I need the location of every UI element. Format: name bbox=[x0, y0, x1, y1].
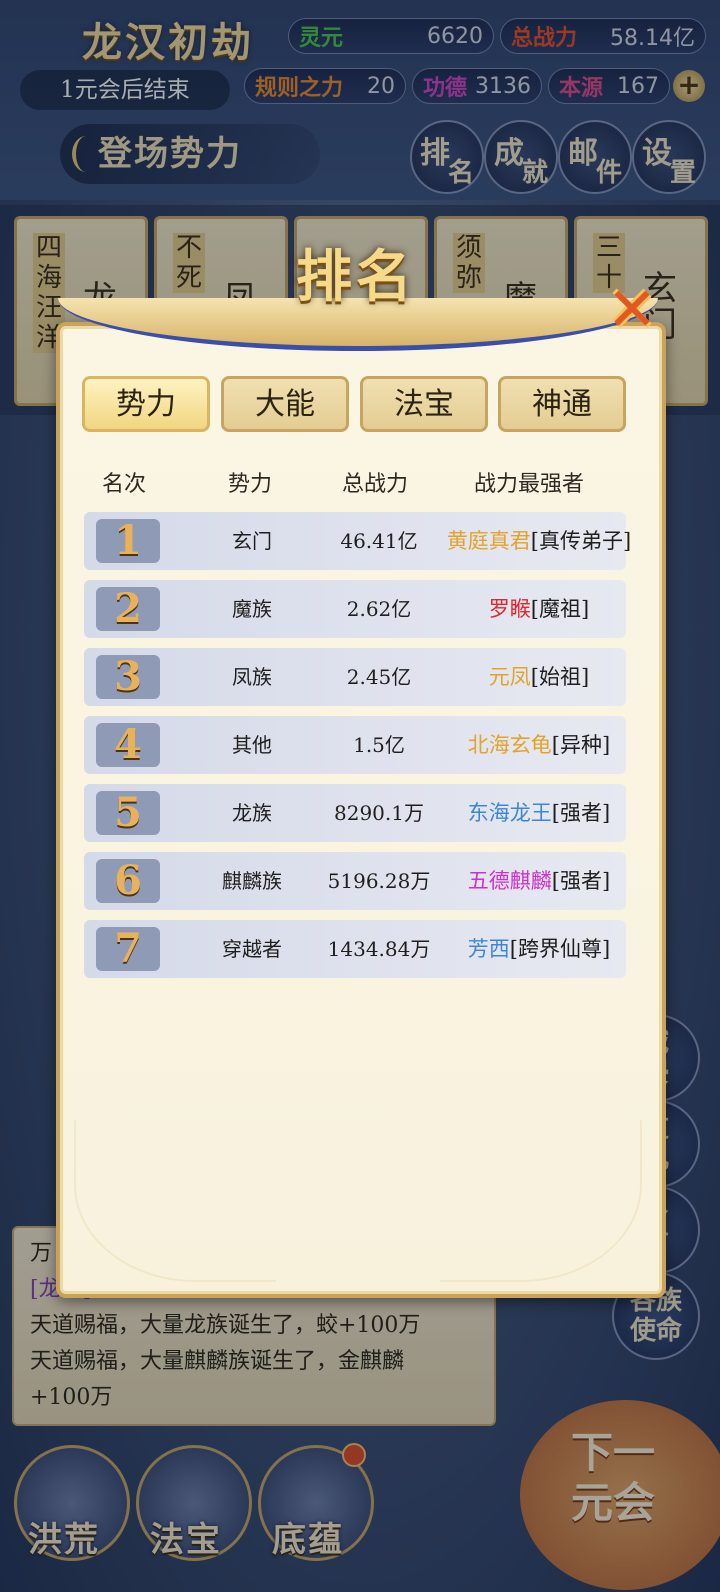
strongest-cell: 芳西[跨界仙尊] bbox=[434, 920, 644, 978]
strongest-cell: 黄庭真君[真传弟子] bbox=[434, 512, 644, 570]
strongest-name: 五德麒麟 bbox=[467, 869, 552, 893]
table-row[interactable]: 7 穿越者 1434.84万 芳西[跨界仙尊] bbox=[84, 920, 626, 978]
faction-cell: 麒麟族 bbox=[222, 869, 282, 893]
strongest-name: 黄庭真君 bbox=[446, 529, 531, 553]
power-cell: 1434.84万 bbox=[327, 937, 431, 961]
rank-badge: 4 bbox=[96, 723, 160, 767]
table-row[interactable]: 6 麒麟族 5196.28万 五德麒麟[强者] bbox=[84, 852, 626, 910]
power-cell: 2.45亿 bbox=[346, 665, 412, 689]
strongest-name: 元凤 bbox=[488, 665, 531, 689]
power-cell: 1.5亿 bbox=[353, 733, 405, 757]
strongest-title: [始祖] bbox=[530, 665, 590, 689]
column-header-rank: 名次 bbox=[102, 472, 147, 497]
rank-badge: 5 bbox=[96, 791, 160, 835]
strongest-name: 东海龙王 bbox=[467, 801, 552, 825]
strongest-cell: 北海玄龟[异种] bbox=[434, 716, 644, 774]
tab-magic-art[interactable]: 神通 bbox=[498, 376, 626, 432]
strongest-name: 罗睺 bbox=[488, 597, 531, 621]
rank-badge: 2 bbox=[96, 587, 160, 631]
table-row[interactable]: 5 龙族 8290.1万 东海龙王[强者] bbox=[84, 784, 626, 842]
strongest-cell: 元凤[始祖] bbox=[434, 648, 644, 706]
table-row[interactable]: 2 魔族 2.62亿 罗睺[魔祖] bbox=[84, 580, 626, 638]
strongest-title: [魔祖] bbox=[530, 597, 590, 621]
column-header-faction: 势力 bbox=[228, 472, 273, 497]
faction-cell: 凤族 bbox=[232, 665, 272, 689]
column-header-power: 总战力 bbox=[342, 472, 409, 497]
rank-badge: 7 bbox=[96, 927, 160, 971]
faction-cell: 穿越者 bbox=[222, 937, 282, 961]
faction-cell: 其他 bbox=[232, 733, 272, 757]
column-header-strongest: 战力最强者 bbox=[474, 472, 585, 497]
table-row[interactable]: 1 玄门 46.41亿 黄庭真君[真传弟子] bbox=[84, 512, 631, 570]
rank-badge: 6 bbox=[96, 859, 160, 903]
power-cell: 2.62亿 bbox=[346, 597, 412, 621]
faction-cell: 龙族 bbox=[232, 801, 272, 825]
modal-title: 排名 bbox=[296, 244, 416, 310]
strongest-title: [真传弟子] bbox=[530, 529, 632, 553]
strongest-title: [异种] bbox=[551, 733, 611, 757]
tab-treasure[interactable]: 法宝 bbox=[360, 376, 488, 432]
power-cell: 46.41亿 bbox=[340, 529, 418, 553]
rank-badge: 1 bbox=[96, 519, 160, 563]
strongest-title: [强者] bbox=[551, 801, 611, 825]
rank-badge: 3 bbox=[96, 655, 160, 699]
table-row[interactable]: 3 凤族 2.45亿 元凤[始祖] bbox=[84, 648, 626, 706]
strongest-title: [强者] bbox=[551, 869, 611, 893]
power-cell: 5196.28万 bbox=[327, 869, 431, 893]
strongest-cell: 罗睺[魔祖] bbox=[434, 580, 644, 638]
table-row[interactable]: 4 其他 1.5亿 北海玄龟[异种] bbox=[84, 716, 626, 774]
power-cell: 8290.1万 bbox=[334, 801, 424, 825]
tab-faction[interactable]: 势力 bbox=[82, 376, 210, 432]
faction-cell: 魔族 bbox=[232, 597, 272, 621]
strongest-cell: 五德麒麟[强者] bbox=[434, 852, 644, 910]
strongest-title: [跨界仙尊] bbox=[509, 937, 611, 961]
faction-cell: 玄门 bbox=[232, 529, 272, 553]
strongest-cell: 东海龙王[强者] bbox=[434, 784, 644, 842]
strongest-name: 芳西 bbox=[467, 937, 510, 961]
close-icon[interactable]: ✕ bbox=[604, 280, 660, 340]
strongest-name: 北海玄龟 bbox=[467, 733, 552, 757]
tab-great-power[interactable]: 大能 bbox=[221, 376, 349, 432]
